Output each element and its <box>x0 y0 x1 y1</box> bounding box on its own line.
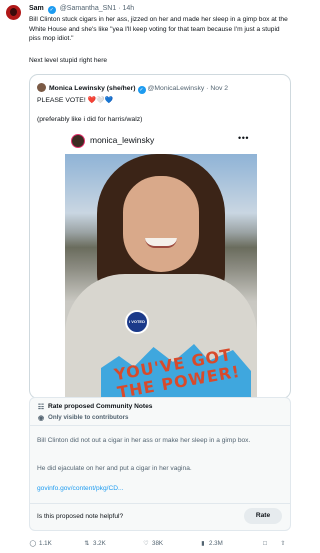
helpful-question: Is this proposed note helpful? <box>37 513 124 520</box>
repost-icon: ⇅ <box>84 540 90 547</box>
instagram-post-header: monica_lewinsky ••• <box>65 128 257 154</box>
quote-author-name: Monica Lewinsky (she/her) <box>49 85 136 92</box>
views-chart-icon: ▮ <box>201 540 205 547</box>
photo-face <box>123 176 199 272</box>
views-action[interactable]: ▮ 2.3M <box>199 539 223 549</box>
heart-icon: ♡ <box>143 540 149 547</box>
notes-visibility-row: ◉ Only visible to contributors <box>37 413 129 423</box>
author-avatar[interactable] <box>6 5 21 20</box>
i-voted-sticker: I VOTED <box>125 310 149 334</box>
reply-count: 1.1K <box>39 540 52 547</box>
repost-action[interactable]: ⇅ 3.2K <box>83 539 106 549</box>
dot-separator: · <box>118 5 121 12</box>
rate-button[interactable]: Rate <box>244 508 282 524</box>
quote-media-image[interactable]: monica_lewinsky ••• I VOTED YOU'VE GOT T… <box>65 128 257 398</box>
quoted-tweet[interactable]: Monica Lewinsky (she/her) ✓ @MonicaLewinsk… <box>29 74 291 399</box>
reply-icon: ◯ <box>29 540 37 547</box>
tweet-time[interactable]: 14h <box>122 5 134 12</box>
eye-icon: ◉ <box>37 415 45 422</box>
community-notes-icon: ☷ <box>37 404 45 411</box>
quote-header: Monica Lewinsky (she/her) ✓ @MonicaLewinsk… <box>37 83 228 94</box>
author-handle[interactable]: @Samantha_SN1 <box>60 5 117 12</box>
like-count: 38K <box>152 540 164 547</box>
action-bar: ◯ 1.1K ⇅ 3.2K ♡ 38K ▮ 2.3M □ ⇧ <box>29 538 291 550</box>
repost-count: 3.2K <box>93 540 106 547</box>
bookmark-icon: □ <box>263 540 267 547</box>
author-name[interactable]: Sam <box>29 5 44 12</box>
selfie-photo: I VOTED YOU'VE GOT THE POWER! <box>65 154 257 398</box>
tweet-header: Sam ✓ @Samantha_SN1 · 14h <box>29 4 134 14</box>
verified-badge-icon: ✓ <box>137 86 146 94</box>
share-button[interactable]: ⇧ <box>279 539 289 549</box>
notes-title: Rate proposed Community Notes <box>48 403 153 410</box>
notes-title-row: ☷ Rate proposed Community Notes <box>37 402 153 412</box>
instagram-username: monica_lewinsky <box>90 135 155 145</box>
quote-text-line2: (preferably like i did for harris/walz) <box>37 116 143 123</box>
dot-separator: · <box>206 85 209 92</box>
community-notes-header: ☷ Rate proposed Community Notes ◉ Only vis… <box>30 398 290 426</box>
tweet: Sam ✓ @Samantha_SN1 · 14h Bill Clinton s… <box>0 0 296 553</box>
note-text-2: He did ejaculate on her and put a cigar … <box>37 465 192 472</box>
instagram-avatar <box>71 134 85 148</box>
quote-text-line1: PLEASE VOTE! ❤️🤍💙 <box>37 97 114 104</box>
like-action[interactable]: ♡ 38K <box>142 539 163 549</box>
tweet-text: Bill Clinton stuck cigars in her ass, ji… <box>29 16 288 43</box>
note-source-link[interactable]: govinfo.gov/content/pkg/CD... <box>37 484 124 494</box>
verified-badge-icon: ✓ <box>47 6 56 14</box>
photo-smile <box>145 238 177 248</box>
more-options-icon: ••• <box>238 133 249 143</box>
divider <box>30 503 290 504</box>
community-notes-panel: ☷ Rate proposed Community Notes ◉ Only vis… <box>29 397 291 531</box>
quote-author-handle: @MonicaLewinsky <box>147 85 205 92</box>
quote-date: Nov 2 <box>210 85 229 92</box>
quote-author-avatar <box>37 83 46 92</box>
note-text-1: Bill Clinton did not out a cigar in her … <box>37 437 251 444</box>
tweet-text-line2: Next level stupid right here <box>29 57 108 64</box>
notes-visibility: Only visible to contributors <box>48 414 129 421</box>
share-icon: ⇧ <box>280 540 286 547</box>
bookmark-button[interactable]: □ <box>261 539 271 549</box>
reply-action[interactable]: ◯ 1.1K <box>29 539 52 549</box>
views-count: 2.3M <box>209 540 223 547</box>
